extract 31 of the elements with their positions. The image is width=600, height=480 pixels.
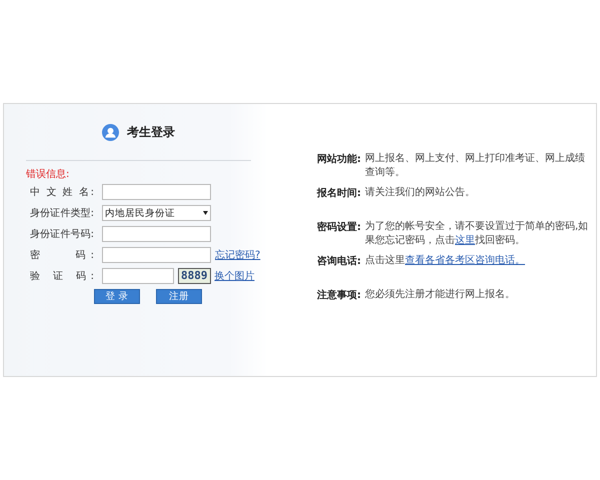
info-label: 网站功能: bbox=[317, 152, 362, 167]
info-text: 您必须先注册才能进行网上报名。 bbox=[365, 288, 516, 302]
input-field[interactable] bbox=[102, 184, 211, 200]
user-icon bbox=[102, 124, 119, 140]
field-label: 中 文 姓 名: bbox=[30, 186, 94, 199]
info-text: 为了您的帐号安全，请不要设置过于简单的密码,如果您忘记密码，点击这里找回密码。 bbox=[365, 220, 590, 248]
field-label: 身份证件号码: bbox=[30, 228, 94, 241]
info-text: 点击这里查看各省各考区咨询电话。 bbox=[365, 254, 526, 268]
link[interactable]: 查看各省各考区咨询电话。 bbox=[405, 255, 525, 266]
info-label: 密码设置: bbox=[317, 220, 362, 235]
link[interactable]: 忘记密码? bbox=[215, 248, 260, 262]
login-button[interactable]: 登 录 bbox=[94, 289, 140, 304]
info-text: 网上报名、网上支付、网上打印准考证、网上成绩查询等。 bbox=[365, 152, 586, 180]
captcha-image: 8889 bbox=[178, 268, 210, 284]
input-field[interactable] bbox=[102, 226, 211, 242]
select-field[interactable]: 内地居民身份证 bbox=[102, 205, 211, 221]
link[interactable]: 换个图片 bbox=[214, 269, 254, 283]
info-label: 注意事项: bbox=[317, 288, 362, 303]
error-label: 错误信息: bbox=[26, 168, 70, 181]
info-label: 咨询电话: bbox=[317, 254, 362, 269]
login-title: 考生登录 bbox=[127, 124, 175, 140]
field-label: 密 码: bbox=[30, 248, 94, 262]
caret-icon bbox=[203, 211, 208, 215]
field-label: 验 证 码: bbox=[30, 270, 94, 283]
input-field[interactable] bbox=[102, 268, 174, 284]
register-button[interactable]: 注册 bbox=[156, 289, 202, 304]
info-label: 报名时间: bbox=[317, 186, 362, 201]
field-label: 身份证件类型: bbox=[30, 206, 94, 220]
info-text: 请关注我们的网站公告。 bbox=[365, 186, 476, 200]
input-field[interactable] bbox=[102, 247, 211, 263]
link[interactable]: 这里 bbox=[455, 235, 475, 246]
